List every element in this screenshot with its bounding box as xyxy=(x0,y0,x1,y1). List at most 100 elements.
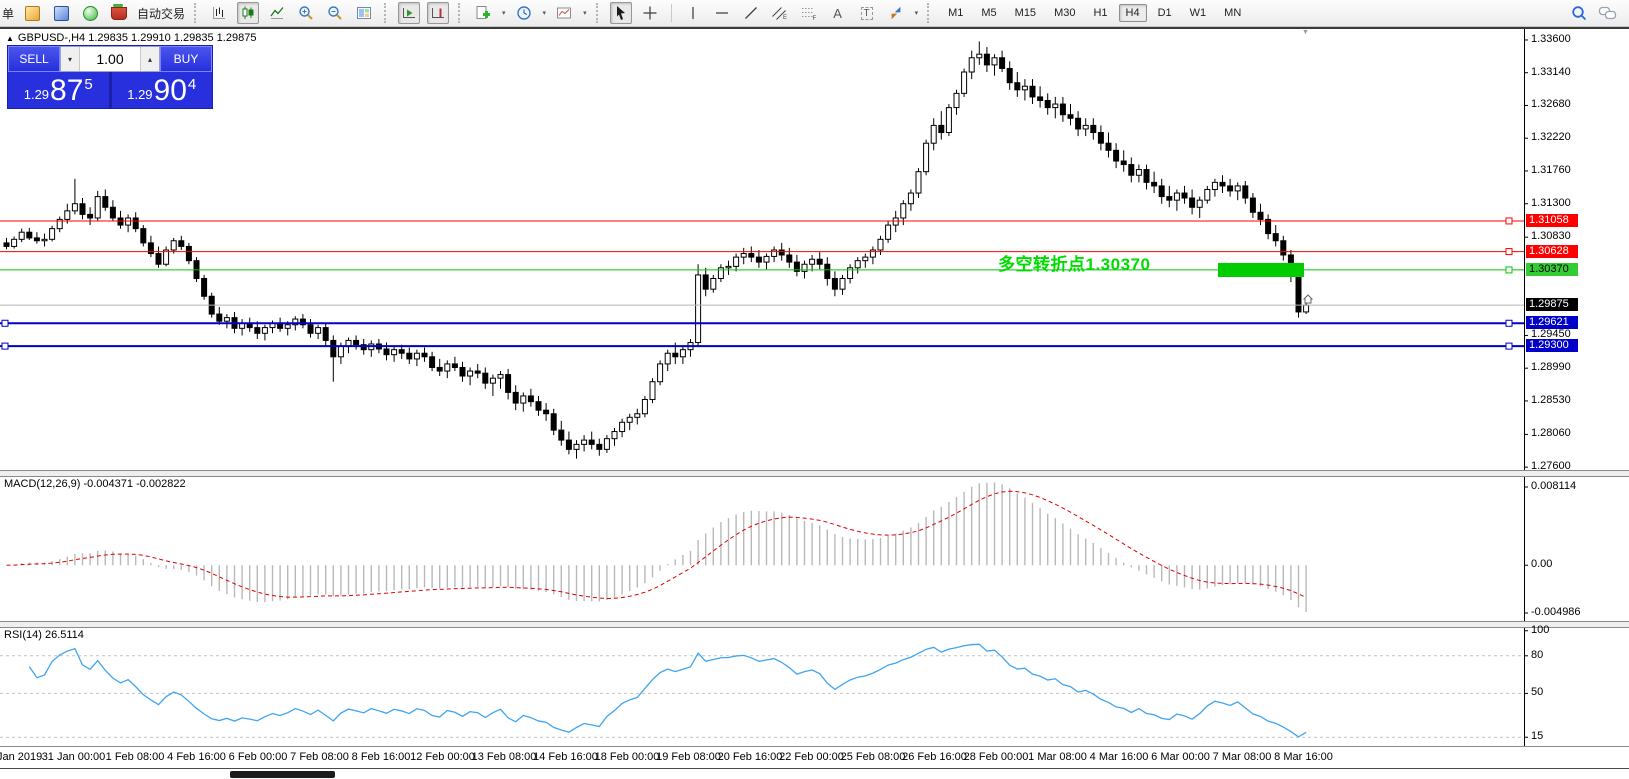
template-button[interactable] xyxy=(553,2,575,24)
line-handle[interactable] xyxy=(1506,218,1512,224)
template-caret-icon[interactable]: ▾ xyxy=(583,9,587,17)
time-label: 1 Feb 08:00 xyxy=(106,751,165,763)
buy-price-prefix: 1.29 xyxy=(127,87,152,102)
chart-title-arrow-icon: ▲ xyxy=(6,34,14,43)
trendline-tool-button[interactable] xyxy=(740,2,762,24)
bar-chart-button[interactable] xyxy=(208,2,230,24)
time-label: 14 Feb 16:00 xyxy=(533,751,598,763)
indicators-button[interactable] xyxy=(21,2,43,24)
chart-shift-button[interactable] xyxy=(427,2,449,24)
line-handle[interactable] xyxy=(1506,320,1512,326)
line-chart-button[interactable] xyxy=(266,2,288,24)
line-handle[interactable] xyxy=(1506,249,1512,255)
trendline-icon xyxy=(743,5,759,21)
template-icon xyxy=(556,5,572,21)
autotrading-label[interactable]: 自动交易 xyxy=(137,5,185,22)
timeframe-h1[interactable]: H1 xyxy=(1086,4,1114,22)
price-level-label: 1.29300 xyxy=(1526,339,1578,352)
line-handle[interactable] xyxy=(1506,267,1512,273)
signals-button[interactable] xyxy=(79,2,101,24)
cursor-tool-button[interactable] xyxy=(610,2,632,24)
sell-button[interactable]: SELL xyxy=(8,46,60,72)
axis-label: -0.004986 xyxy=(1531,606,1581,618)
vline-tool-button[interactable] xyxy=(682,2,704,24)
rsi-line xyxy=(29,644,1306,737)
time-label: 8 Mar 16:00 xyxy=(1274,751,1333,763)
volume-input[interactable]: 1.00 xyxy=(80,47,140,71)
clock-caret-icon[interactable]: ▾ xyxy=(543,9,547,17)
sell-price[interactable]: 1.29875 xyxy=(8,72,109,108)
line-handle[interactable] xyxy=(2,320,8,326)
time-label: 1 Mar 08:00 xyxy=(1028,751,1087,763)
time-label: 6 Feb 00:00 xyxy=(229,751,288,763)
toolbar-grip xyxy=(927,3,932,23)
timeframe-d1[interactable]: D1 xyxy=(1151,4,1179,22)
zoom-in-icon xyxy=(298,5,314,21)
market-watch-button[interactable] xyxy=(50,2,72,24)
macd-pane-splitter[interactable] xyxy=(0,470,1629,477)
timeframe-w1[interactable]: W1 xyxy=(1183,4,1214,22)
macd-histogram xyxy=(7,482,1307,611)
text-tool-icon: A xyxy=(833,6,842,21)
toolbar-grip xyxy=(596,3,601,23)
axis-label: 1.28990 xyxy=(1531,361,1571,373)
pivot-annotation-text[interactable]: 多空转折点1.30370 xyxy=(998,250,1150,275)
timeframe-m5[interactable]: M5 xyxy=(974,4,1003,22)
horizontal-scrollbar-thumb[interactable] xyxy=(230,771,335,778)
auto-scroll-button[interactable] xyxy=(398,2,420,24)
arrows-tool-button[interactable] xyxy=(885,2,907,24)
axis-label: 1.30830 xyxy=(1531,230,1571,242)
timeframe-clock-button[interactable] xyxy=(513,2,535,24)
price-level-label: 1.30370 xyxy=(1526,263,1578,276)
hline-tool-button[interactable] xyxy=(711,2,733,24)
zoom-out-icon xyxy=(327,5,343,21)
up-arrow-icon: ▴ xyxy=(148,55,152,64)
buy-button[interactable]: BUY xyxy=(160,46,212,72)
tile-windows-button[interactable] xyxy=(353,2,375,24)
window-bottom-border xyxy=(0,768,1629,769)
buy-price-big: 90 xyxy=(154,77,187,105)
new-chart-caret-icon[interactable]: ▾ xyxy=(502,9,506,17)
tile-windows-icon xyxy=(356,5,372,21)
zoom-in-button[interactable] xyxy=(295,2,317,24)
new-order-button[interactable]: 单 xyxy=(2,5,14,22)
rsi-label: RSI(14) 26.5114 xyxy=(4,629,84,641)
line-handle[interactable] xyxy=(1506,343,1512,349)
scroll-anchor-icon[interactable]: ▼ xyxy=(1302,29,1309,36)
channel-glyph: E xyxy=(783,15,787,21)
axis-label: 1.27600 xyxy=(1531,460,1571,472)
chat-icon xyxy=(1598,5,1618,21)
channel-tool-button[interactable]: E xyxy=(769,2,791,24)
volume-down-button[interactable]: ▾ xyxy=(61,47,80,71)
chart-shift-icon xyxy=(430,5,446,21)
fibonacci-tool-button[interactable]: F xyxy=(798,2,820,24)
timeframe-mn[interactable]: MN xyxy=(1217,4,1248,22)
timeframe-m15[interactable]: M15 xyxy=(1008,4,1043,22)
rsi-pane-splitter[interactable] xyxy=(0,621,1629,628)
bar-chart-icon xyxy=(211,5,227,21)
time-label: 29 Jan 2019 xyxy=(0,751,42,763)
autotrading-button[interactable] xyxy=(108,2,130,24)
crosshair-tool-button[interactable] xyxy=(639,2,661,24)
line-handle[interactable] xyxy=(2,343,8,349)
text-label-tool-button[interactable]: T xyxy=(856,2,878,24)
chart-canvas[interactable] xyxy=(0,0,1629,779)
search-button[interactable] xyxy=(1568,2,1590,24)
timeframe-m1[interactable]: M1 xyxy=(941,4,970,22)
time-label: 25 Feb 08:00 xyxy=(841,751,906,763)
buy-price-pip: 4 xyxy=(188,76,196,93)
arrows-caret-icon[interactable]: ▾ xyxy=(915,9,919,17)
chat-button[interactable] xyxy=(1597,2,1619,24)
new-chart-button[interactable] xyxy=(472,2,494,24)
timeframe-m30[interactable]: M30 xyxy=(1047,4,1082,22)
text-tool-button[interactable]: A xyxy=(827,2,849,24)
volume-up-button[interactable]: ▴ xyxy=(140,47,159,71)
timeframe-h4[interactable]: H4 xyxy=(1119,4,1147,22)
text-label-icon: T xyxy=(861,7,873,20)
candlestick-chart-button[interactable] xyxy=(237,2,259,24)
pivot-highlight-rectangle[interactable] xyxy=(1218,263,1304,277)
time-label: 6 Mar 00:00 xyxy=(1151,751,1210,763)
indicators-icon xyxy=(25,6,40,21)
buy-price[interactable]: 1.29904 xyxy=(112,72,213,108)
zoom-out-button[interactable] xyxy=(324,2,346,24)
